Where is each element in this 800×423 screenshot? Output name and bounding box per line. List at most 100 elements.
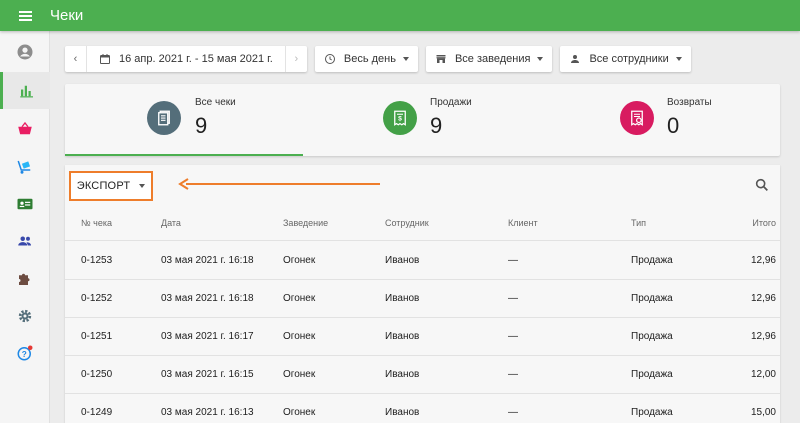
receipt-employee: Иванов: [385, 407, 420, 418]
date-range-label: 16 апр. 2021 г. - 15 мая 2021 г.: [119, 53, 273, 65]
refunds-label: Возвраты: [667, 97, 712, 108]
receipt-store: Огонек: [283, 369, 316, 380]
column-receipt-number[interactable]: № чека: [81, 218, 112, 228]
chevron-down-icon: [675, 57, 682, 61]
receipt-date: 03 мая 2021 г. 16:17: [161, 331, 254, 342]
receipt-date: 03 мая 2021 г. 16:18: [161, 255, 254, 266]
receipt-number: 0-1249: [81, 407, 113, 418]
receipt-type: Продажа: [631, 369, 673, 380]
receipt-total: 12,96: [750, 331, 776, 342]
next-period-button[interactable]: ›: [284, 46, 307, 72]
help-icon: ?: [17, 345, 33, 360]
previous-period-button[interactable]: ‹: [65, 46, 87, 72]
column-date[interactable]: Дата: [161, 218, 181, 228]
store-filter-label: Все заведения: [454, 53, 531, 65]
time-filter-label: Весь день: [343, 53, 396, 65]
date-range-picker[interactable]: ‹ 16 апр. 2021 г. - 15 мая 2021 г. ›: [65, 46, 307, 72]
sidebar-item-reports[interactable]: [0, 72, 50, 109]
receipt-store: Огонек: [283, 255, 316, 266]
id-card-icon: [17, 198, 33, 209]
basket-icon: [18, 121, 32, 134]
chevron-left-icon: ‹: [73, 53, 78, 65]
bar-chart-icon: [19, 85, 33, 97]
sidebar-item-help[interactable]: ?: [0, 334, 50, 371]
search-icon[interactable]: [754, 177, 770, 193]
all-receipts-count: 9: [195, 113, 208, 138]
receipt-customer: —: [508, 369, 518, 380]
column-employee[interactable]: Сотрудник: [385, 218, 429, 228]
column-type[interactable]: Тип: [631, 218, 646, 228]
column-store[interactable]: Заведение: [283, 218, 328, 228]
svg-text:$: $: [398, 116, 402, 123]
column-customer[interactable]: Клиент: [508, 218, 538, 228]
receipt-type: Продажа: [631, 293, 673, 304]
receipt-number: 0-1250: [81, 369, 113, 380]
menu-button[interactable]: [0, 0, 50, 31]
person-icon: [571, 55, 580, 63]
page-title: Чеки: [50, 7, 84, 24]
chevron-down-icon: [139, 184, 146, 188]
sidebar-item-customers[interactable]: [0, 222, 50, 259]
receipt-date: 03 мая 2021 г. 16:18: [161, 293, 254, 304]
receipt-type: Продажа: [631, 407, 673, 418]
receipt-employee: Иванов: [385, 255, 420, 266]
gear-icon: [18, 309, 32, 322]
sidebar-item-integrations[interactable]: [0, 260, 50, 297]
receipt-customer: —: [508, 255, 518, 266]
chevron-right-icon: ›: [294, 53, 299, 65]
column-total[interactable]: Итого: [752, 218, 776, 228]
receipt-number: 0-1251: [81, 331, 113, 342]
receipt-store: Огонек: [283, 293, 316, 304]
puzzle-icon: [19, 273, 30, 285]
table-row[interactable]: 0-1249 03 мая 2021 г. 16:13 Огонек Ивано…: [65, 394, 780, 423]
app-bar: Чеки: [0, 0, 800, 31]
menu-icon: [18, 10, 32, 21]
export-button-label: ЭКСПОРТ: [76, 180, 131, 192]
employee-filter-label: Все сотрудники: [589, 53, 669, 65]
tab-all-receipts[interactable]: Все чеки 9: [65, 84, 303, 156]
receipt-number: 0-1253: [81, 255, 113, 266]
table-row[interactable]: 0-1250 03 мая 2021 г. 16:15 Огонек Ивано…: [65, 356, 780, 394]
receipt-number: 0-1252: [81, 293, 113, 304]
calendar-icon: [100, 54, 110, 64]
clock-icon: [324, 54, 335, 64]
receipt-employee: Иванов: [385, 293, 420, 304]
sidebar-item-settings[interactable]: [0, 297, 50, 334]
receipt-customer: —: [508, 331, 518, 342]
receipt-type: Продажа: [631, 331, 673, 342]
store-filter[interactable]: Все заведения: [425, 46, 553, 72]
receipt-store: Огонек: [283, 407, 316, 418]
receipt-total: 12,96: [750, 255, 776, 266]
sidebar-item-account[interactable]: [0, 33, 50, 70]
sidebar-item-inventory[interactable]: [0, 148, 50, 185]
export-button[interactable]: ЭКСПОРТ: [69, 171, 153, 201]
receipt-total: 15,00: [750, 407, 776, 418]
svg-text:?: ?: [22, 349, 27, 358]
table-row[interactable]: 0-1251 03 мая 2021 г. 16:17 Огонек Ивано…: [65, 318, 780, 356]
sales-count: 9: [430, 113, 443, 138]
refunds-count: 0: [667, 113, 680, 138]
tab-refunds[interactable]: Возвраты 0: [541, 84, 779, 156]
receipt-type: Продажа: [631, 255, 673, 266]
receipts-icon: [147, 101, 181, 135]
filter-bar: ‹ 16 апр. 2021 г. - 15 мая 2021 г. › Вес…: [65, 46, 691, 72]
receipt-date: 03 мая 2021 г. 16:13: [161, 407, 254, 418]
receipt-customer: —: [508, 407, 518, 418]
sidebar-item-sales[interactable]: [0, 110, 50, 147]
receipts-table-card: ЭКСПОРТ № чека Дата Заведение Сотрудник …: [65, 165, 780, 423]
tab-sales[interactable]: $ Продажи 9: [303, 84, 541, 156]
receipt-customer: —: [508, 293, 518, 304]
table-row[interactable]: 0-1253 03 мая 2021 г. 16:18 Огонек Ивано…: [65, 242, 780, 280]
time-filter[interactable]: Весь день: [314, 46, 418, 72]
sales-label: Продажи: [430, 97, 472, 108]
receipt-store: Огонек: [283, 331, 316, 342]
chevron-down-icon: [402, 57, 409, 61]
sale-receipt-icon: $: [383, 101, 417, 135]
employee-filter[interactable]: Все сотрудники: [560, 46, 691, 72]
receipt-total: 12,00: [750, 369, 776, 380]
table-row[interactable]: 0-1252 03 мая 2021 г. 16:18 Огонек Ивано…: [65, 280, 780, 318]
receipt-date: 03 мая 2021 г. 16:15: [161, 369, 254, 380]
hand-truck-icon: [17, 160, 31, 174]
sidebar-item-employees[interactable]: [0, 185, 50, 222]
account-circle-icon: [17, 44, 33, 59]
